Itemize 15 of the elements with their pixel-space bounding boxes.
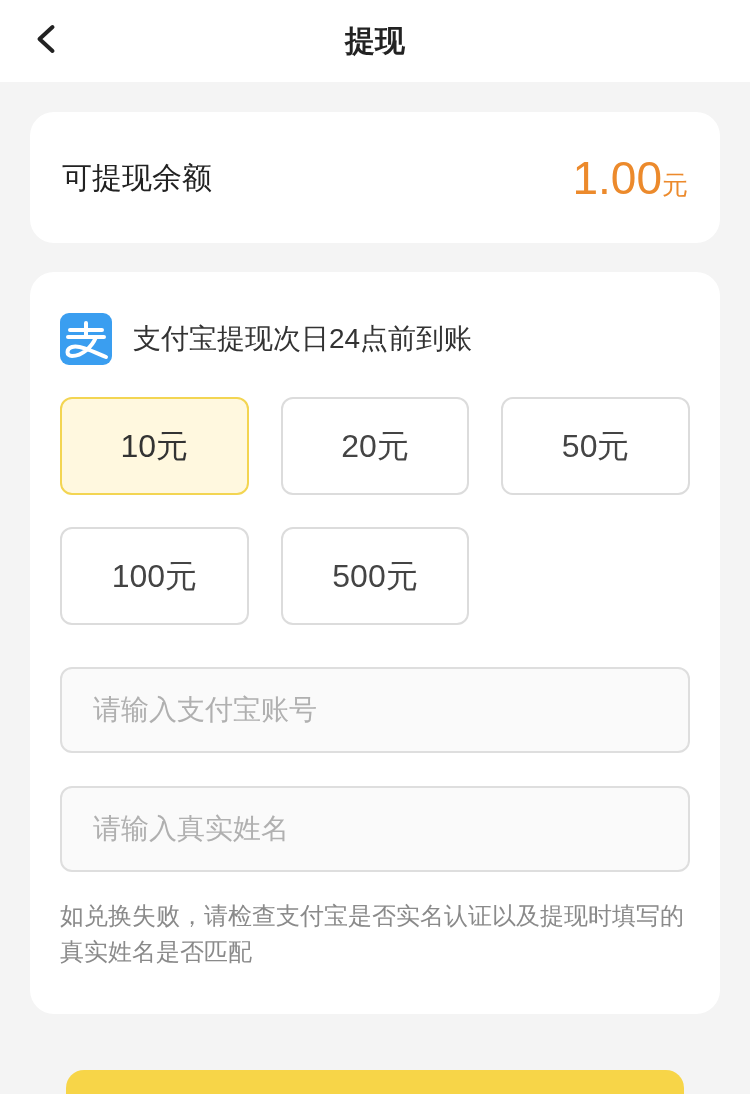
hint-text: 如兑换失败，请检查支付宝是否实名认证以及提现时填写的真实姓名是否匹配 bbox=[60, 901, 685, 967]
balance-unit: 元 bbox=[662, 171, 688, 198]
input-field[interactable]: 请输入真实姓名 bbox=[60, 786, 690, 872]
input-field[interactable]: 请输入支付宝账号 bbox=[60, 667, 690, 753]
page-title: 提现 bbox=[345, 26, 405, 56]
back-icon[interactable] bbox=[35, 24, 56, 54]
amount-option[interactable]: 20元 bbox=[280, 397, 470, 495]
payout-info: 支付宝提现次日24点前到账 bbox=[133, 322, 473, 356]
app-logo-icon bbox=[60, 313, 112, 365]
balance-label: 可提现余额 bbox=[62, 160, 212, 196]
balance-amount: 1.00 bbox=[572, 154, 662, 201]
amount-option[interactable]: 10元 bbox=[60, 397, 249, 495]
amount-option[interactable]: 100元 bbox=[60, 527, 249, 625]
amount-option[interactable]: 50元 bbox=[501, 397, 690, 495]
amount-option[interactable]: 500元 bbox=[280, 527, 470, 625]
